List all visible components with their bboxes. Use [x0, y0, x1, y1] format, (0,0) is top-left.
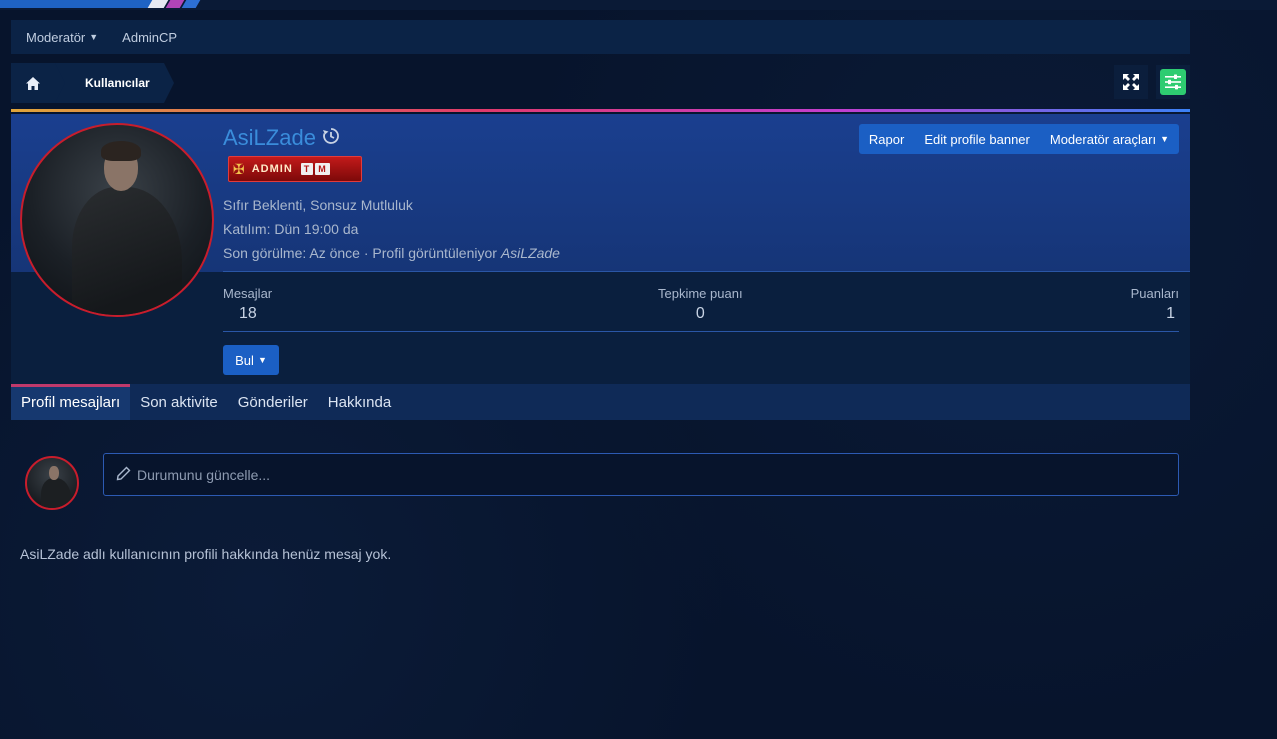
fullscreen-icon	[1123, 74, 1139, 90]
gradient-divider	[11, 109, 1190, 112]
custom-title: Sıfır Beklenti, Sonsuz Mutluluk	[223, 197, 413, 213]
profile-actions: Rapor Edit profile banner Moderatör araç…	[858, 124, 1179, 154]
sliders-icon	[1160, 69, 1186, 95]
breadcrumb-users[interactable]: Kullanıcılar	[65, 63, 174, 103]
fullscreen-button[interactable]	[1114, 65, 1148, 99]
moderator-menu[interactable]: Moderatör ▼	[26, 30, 98, 45]
report-button[interactable]: Rapor	[859, 124, 914, 154]
profile-username: AsiLZade	[223, 125, 340, 151]
empty-profile-messages: AsiLZade adlı kullanıcının profili hakkı…	[20, 546, 392, 562]
profile-avatar[interactable]	[20, 123, 214, 317]
style-settings-button[interactable]	[1156, 65, 1190, 99]
eagle-icon: ✠	[233, 160, 246, 177]
history-icon[interactable]	[322, 127, 340, 150]
breadcrumb-bar: Kullanıcılar	[11, 63, 1190, 103]
breadcrumb: Kullanıcılar	[11, 63, 174, 103]
admincp-link[interactable]: AdminCP	[122, 30, 177, 45]
sub-navigation: Moderatör ▼ AdminCP	[11, 20, 1190, 54]
username-link[interactable]: AsiLZade	[223, 125, 316, 151]
last-seen: Son görülme: Az önce · Profil görüntülen…	[223, 245, 560, 261]
pencil-icon	[116, 466, 131, 484]
tab-postings[interactable]: Gönderiler	[228, 384, 318, 420]
caret-down-icon: ▼	[89, 32, 99, 42]
status-input[interactable]: Durumunu güncelle...	[103, 453, 1179, 496]
tab-latest-activity[interactable]: Son aktivite	[130, 384, 228, 420]
profile-tabs: Profil mesajları Son aktivite Gönderiler…	[11, 384, 1190, 420]
stat-reaction-score[interactable]: Tepkime puanı 0	[658, 286, 743, 323]
home-icon	[26, 76, 40, 90]
caret-down-icon: ▼	[257, 355, 267, 365]
moderator-tools-button[interactable]: Moderatör araçları ▼	[1040, 124, 1179, 154]
profile-info: Sıfır Beklenti, Sonsuz Mutluluk Katılım:…	[223, 193, 560, 265]
caret-down-icon: ▼	[1160, 134, 1169, 144]
status-update-row: Durumunu güncelle...	[11, 420, 1190, 520]
find-button[interactable]: Bul ▼	[223, 345, 279, 375]
profile-header: AsiLZade ✠ ADMIN T M Sıfır Beklenti, Son…	[11, 114, 1190, 384]
stat-messages[interactable]: Mesajlar 18	[223, 286, 272, 323]
avatar[interactable]	[25, 456, 79, 510]
admin-badge: ✠ ADMIN T M	[228, 156, 362, 182]
stat-points[interactable]: Puanları 1	[1131, 286, 1179, 323]
top-accent-strip	[0, 0, 1277, 10]
profile-stats: Mesajlar 18 Tepkime puanı 0 Puanları 1	[223, 286, 1179, 332]
joined-date: Katılım: Dün 19:00 da	[223, 221, 359, 237]
tab-about[interactable]: Hakkında	[318, 384, 401, 420]
breadcrumb-home[interactable]	[11, 63, 65, 103]
page-wrapper: Moderatör ▼ AdminCP Kullanıcılar AsiLZad…	[11, 20, 1190, 562]
edit-banner-button[interactable]: Edit profile banner	[914, 124, 1040, 154]
toolbar	[1114, 65, 1190, 99]
tab-profile-posts[interactable]: Profil mesajları	[11, 384, 131, 420]
